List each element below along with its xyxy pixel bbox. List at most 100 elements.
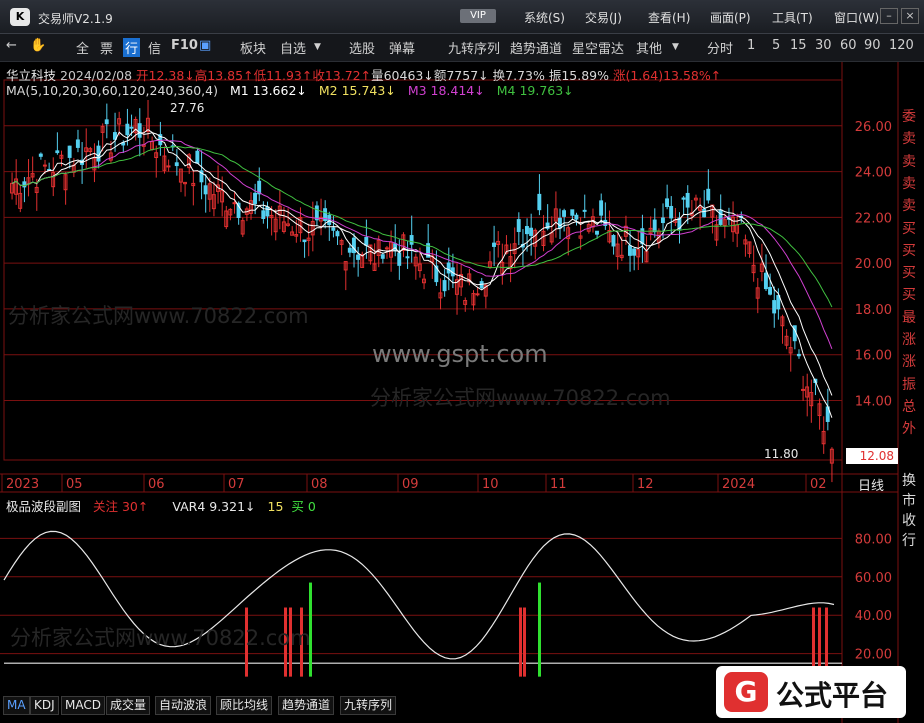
time-axis-label: 02 [810, 477, 827, 492]
candle-body [776, 295, 781, 310]
toolbar-ticker[interactable]: 票 [100, 38, 113, 57]
price-axis-label: 20.00 [855, 257, 892, 272]
toolbar-radar[interactable]: 星空雷达 [572, 38, 624, 57]
candle-body [174, 162, 179, 167]
menu-screen[interactable]: 画面(P) [710, 9, 751, 26]
chevron-down-icon[interactable]: ▼ [672, 42, 679, 52]
tab-trend-channel[interactable]: 趋势通道 [278, 696, 335, 715]
candle-body [137, 123, 142, 138]
quote-close: 收13.72↑ [312, 68, 372, 83]
candle-body [356, 254, 360, 260]
toolbar-screener[interactable]: 选股 [349, 38, 375, 57]
watermark-line: 分析家公式网www.70822.com [8, 304, 309, 328]
quote-line: 华立科技 2024/02/08 开12.38↓高13.85↑低11.93↑收13… [6, 65, 721, 84]
time-axis-label: 05 [66, 477, 83, 492]
right-panel-label: 涨 [902, 354, 916, 371]
indicator-axis-label: 20.00 [855, 648, 892, 663]
toolbar-sector[interactable]: 板块 [240, 38, 266, 57]
candle-body [397, 252, 402, 266]
candle-body [203, 185, 208, 195]
quote-change: 涨(1.64)13.58%↑ [612, 68, 722, 83]
hand-icon[interactable]: ✋ [30, 38, 46, 53]
indicator-15: 15 [267, 499, 284, 514]
back-icon[interactable]: ← [6, 38, 17, 53]
right-panel-label: 卖 [902, 198, 916, 215]
toolbar-all[interactable]: 全 [76, 38, 89, 57]
period-timeshare[interactable]: 分时 [707, 38, 733, 57]
candle-body [442, 280, 447, 292]
right-panel-label: 涨 [902, 332, 916, 348]
time-axis-label: 11 [550, 477, 567, 492]
candle-body [706, 188, 711, 201]
watermark-line: 分析家公式网www.70822.com [370, 386, 671, 410]
candle-body [129, 126, 134, 129]
toolbar-f10[interactable]: F10 [171, 38, 198, 53]
candle-body [796, 353, 801, 357]
menu-window[interactable]: 窗口(W) [834, 9, 879, 26]
candle-body [475, 293, 480, 296]
period-120[interactable]: 120 [889, 38, 914, 53]
tab-volume[interactable]: 成交量 [106, 696, 151, 715]
right-panel-label: 卖 [902, 153, 916, 170]
right-panel-label: 振 [902, 376, 916, 393]
period-90[interactable]: 90 [864, 38, 881, 53]
price-axis-label: 26.00 [855, 120, 892, 135]
period-30[interactable]: 30 [815, 38, 832, 53]
app-title: 交易师V2.1.9 [38, 12, 113, 26]
menu-system[interactable]: 系统(S) [524, 9, 565, 26]
period-60[interactable]: 60 [840, 38, 857, 53]
toolbar-danmu[interactable]: 弹幕 [389, 38, 415, 57]
tab-auto-wave[interactable]: 自动波浪 [155, 696, 212, 715]
candle-body [632, 248, 637, 256]
tab-ma[interactable]: MA [3, 696, 30, 715]
right-panel-label: 市 [902, 493, 916, 509]
candle-body [768, 286, 773, 295]
layout-icon[interactable]: ▣ [199, 38, 211, 53]
candle-body [55, 150, 60, 154]
minimize-button[interactable]: – [880, 8, 898, 24]
candle-body [665, 198, 670, 207]
low-mark: 11.80 [764, 447, 799, 461]
tab-gubi[interactable]: 顾比均线 [216, 696, 273, 715]
toolbar-trend[interactable]: 趋势通道 [510, 38, 562, 57]
current-price-tag: 12.08 [846, 448, 898, 464]
candle-body [599, 200, 604, 216]
time-axis-label: 08 [311, 477, 328, 492]
toolbar-watchlist[interactable]: 自选 [280, 38, 306, 57]
period-label[interactable]: 日线 [858, 475, 884, 494]
candle-body [409, 235, 414, 245]
price-axis-label: 14.00 [855, 394, 892, 409]
period-5[interactable]: 5 [772, 38, 780, 53]
candle-body [652, 219, 657, 233]
menu-tools[interactable]: 工具(T) [772, 9, 813, 26]
candle-body [681, 197, 686, 200]
chevron-down-icon[interactable]: ▼ [314, 42, 321, 52]
period-15[interactable]: 15 [790, 38, 807, 53]
tab-nine-turn[interactable]: 九转序列 [340, 696, 397, 715]
indicator-axis-label: 40.00 [855, 609, 892, 624]
toolbar-nine[interactable]: 九转序列 [448, 38, 500, 57]
price-axis-label: 18.00 [855, 303, 892, 318]
candle-body [166, 165, 171, 168]
toolbar-info[interactable]: 信 [148, 38, 161, 57]
ma-m1-line [11, 128, 833, 418]
candle-body [801, 388, 805, 391]
menu-view[interactable]: 查看(H) [648, 9, 690, 26]
right-panel-label: 买 [902, 287, 916, 304]
tab-macd[interactable]: MACD [61, 696, 105, 715]
indicator-legend: 极品波段副图 关注 30↑ VAR4 9.321↓ 15 买 0 [6, 496, 316, 515]
toolbar: ← ✋ 全 票 行 信 F10 ▣ 板块 自选 ▼ 选股 弹幕 九转序列 趋势通… [0, 34, 924, 62]
candle-body [628, 245, 632, 256]
candle-body [331, 227, 336, 231]
vip-badge[interactable]: VIP [460, 9, 496, 23]
tab-kdj[interactable]: KDJ [30, 696, 59, 715]
time-axis-label: 2024 [722, 477, 755, 492]
toolbar-quote[interactable]: 行 [123, 38, 141, 57]
close-button[interactable]: × [901, 8, 919, 24]
toolbar-other[interactable]: 其他 [636, 38, 662, 57]
period-1[interactable]: 1 [747, 38, 755, 53]
candle-body [718, 209, 723, 225]
right-panel-label: 卖 [902, 175, 916, 192]
stock-name: 华立科技 [6, 68, 57, 83]
menu-trade[interactable]: 交易(J) [585, 9, 622, 26]
